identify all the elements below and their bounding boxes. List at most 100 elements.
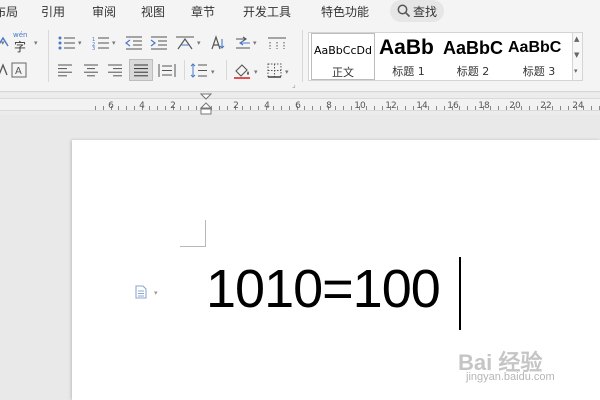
ruler-label: 2 (233, 101, 239, 111)
ruler-label: 4 (264, 101, 270, 111)
ruler-label: 12 (385, 101, 397, 111)
menu-bar: 布局 引用 审阅 视图 章节 开发工具 特色功能 查找 (0, 0, 600, 24)
ruler-tick (397, 106, 398, 110)
ruler-tick (436, 106, 437, 110)
search-icon (397, 4, 411, 18)
ruler-tick (126, 106, 127, 110)
ruler-tick (529, 106, 530, 110)
search-button[interactable]: 查找 (390, 0, 444, 22)
ruler-label: 4 (139, 101, 145, 111)
more-styles-icon[interactable]: ▾ (574, 67, 578, 75)
ruler-label: 6 (295, 101, 301, 111)
indent-marker-icon[interactable] (200, 93, 212, 115)
scroll-down-icon[interactable]: ▼ (574, 51, 579, 59)
line-break-dropdown-icon[interactable]: ▾ (253, 39, 257, 47)
numbered-list-dropdown-icon[interactable]: ▾ (112, 39, 116, 47)
line-break-icon[interactable] (234, 36, 252, 50)
text-cursor (459, 257, 461, 330)
ruler-tick (134, 106, 135, 110)
table-tools-icon[interactable] (267, 36, 287, 50)
increase-indent-icon[interactable] (150, 36, 168, 50)
tab-developer-tools[interactable]: 开发工具 (243, 3, 291, 20)
align-right-icon[interactable] (108, 64, 122, 77)
ruler-tick (103, 106, 104, 110)
distributed-align-icon[interactable] (158, 63, 176, 78)
borders-dropdown-icon[interactable]: ▾ (285, 68, 289, 76)
ruler-tick (227, 106, 228, 110)
shading-dropdown-icon[interactable]: ▾ (254, 68, 258, 76)
ruler-tick (413, 106, 414, 110)
ruler-label: 10 (354, 101, 366, 111)
style-heading-3[interactable]: AaBbC 标题 3 (506, 33, 572, 80)
enclosed-char-icon[interactable]: A (11, 62, 27, 78)
justify-button[interactable] (129, 59, 153, 81)
ruler-tick (95, 106, 96, 110)
style-heading-1-name: 标题 1 (392, 65, 425, 78)
ruler-tick (188, 106, 189, 110)
ruler-tick (459, 106, 460, 110)
horizontal-ruler: 6 4 2 2 4 6 8 10 12 14 16 18 20 22 24 (0, 93, 600, 115)
borders-icon[interactable] (267, 63, 282, 78)
ruler-label: 18 (478, 101, 490, 111)
search-label: 查找 (413, 5, 438, 19)
ruler-tick (304, 106, 305, 110)
ruler-label: 24 (572, 101, 584, 111)
align-left-icon[interactable] (58, 64, 72, 77)
ruler-tick (320, 106, 321, 110)
show-hide-marks-icon[interactable] (210, 35, 226, 51)
char-shading-dropdown-icon[interactable]: ▾ (1, 39, 5, 47)
ruler-tick (560, 106, 561, 110)
ruler-label: 22 (540, 101, 552, 111)
bullet-list-icon[interactable] (58, 36, 76, 50)
char-border-icon[interactable] (0, 63, 8, 77)
ruler-label: 20 (509, 101, 521, 111)
phonetic-guide-button[interactable]: wén 字 (12, 31, 32, 54)
ruler-tick (219, 106, 220, 110)
ruler-tick (568, 106, 569, 110)
style-normal[interactable]: AaBbCcDd 正文 (311, 33, 375, 80)
tab-layout[interactable]: 布局 (0, 3, 18, 20)
ruler-tick (242, 106, 243, 110)
tab-section[interactable]: 章节 (191, 3, 215, 20)
bullet-list-dropdown-icon[interactable]: ▾ (78, 39, 82, 47)
ruler-label: 2 (170, 101, 176, 111)
shading-icon[interactable] (233, 62, 251, 79)
ruler-tick (591, 106, 592, 110)
decrease-indent-icon[interactable] (125, 36, 143, 50)
line-spacing-icon[interactable] (190, 63, 208, 78)
phonetic-dropdown-icon[interactable]: ▾ (34, 39, 38, 47)
styles-scroll[interactable]: ▲ ▼ ▾ (572, 32, 583, 81)
numbered-list-icon[interactable]: 1 2 3 (92, 36, 110, 50)
ruler-tick (351, 106, 352, 110)
tab-view[interactable]: 视图 (141, 3, 165, 20)
style-heading-1[interactable]: AaBb 标题 1 (377, 33, 440, 80)
ruler-tick (312, 106, 313, 110)
tab-special-features[interactable]: 特色功能 (321, 3, 369, 20)
ruler-tick (196, 106, 197, 110)
paragraph-layout-icon[interactable] (134, 285, 148, 299)
ruler-label: 8 (326, 101, 332, 111)
ruler-tick (180, 106, 181, 110)
style-heading-2[interactable]: AaBbC 标题 2 (441, 33, 505, 80)
tab-review[interactable]: 审阅 (92, 3, 116, 20)
paragraph-layout-dropdown-icon[interactable]: ▾ (154, 289, 158, 297)
ruler-label: 14 (416, 101, 428, 111)
document-text[interactable]: 1010=100 (206, 258, 441, 320)
scroll-up-icon[interactable]: ▲ (574, 35, 579, 43)
ruler-tick (490, 106, 491, 110)
style-heading-2-name: 标题 2 (456, 65, 490, 78)
style-heading-3-name: 标题 3 (522, 65, 556, 78)
chinese-layout-dropdown-icon[interactable]: ▾ (197, 39, 201, 47)
ruler-tick (165, 106, 166, 110)
paragraph-settings-icon[interactable]: ⌟ (292, 80, 296, 89)
justify-icon (134, 64, 148, 77)
tab-references[interactable]: 引用 (41, 3, 65, 20)
align-center-icon[interactable] (84, 64, 98, 77)
ruler-tick (250, 106, 251, 110)
chinese-layout-icon[interactable] (175, 35, 195, 51)
ruler-tick (498, 106, 499, 110)
ruler-tick (374, 106, 375, 110)
ruler-tick (118, 106, 119, 110)
line-spacing-dropdown-icon[interactable]: ▾ (211, 68, 215, 76)
style-heading-2-preview: AaBbC (443, 38, 504, 58)
